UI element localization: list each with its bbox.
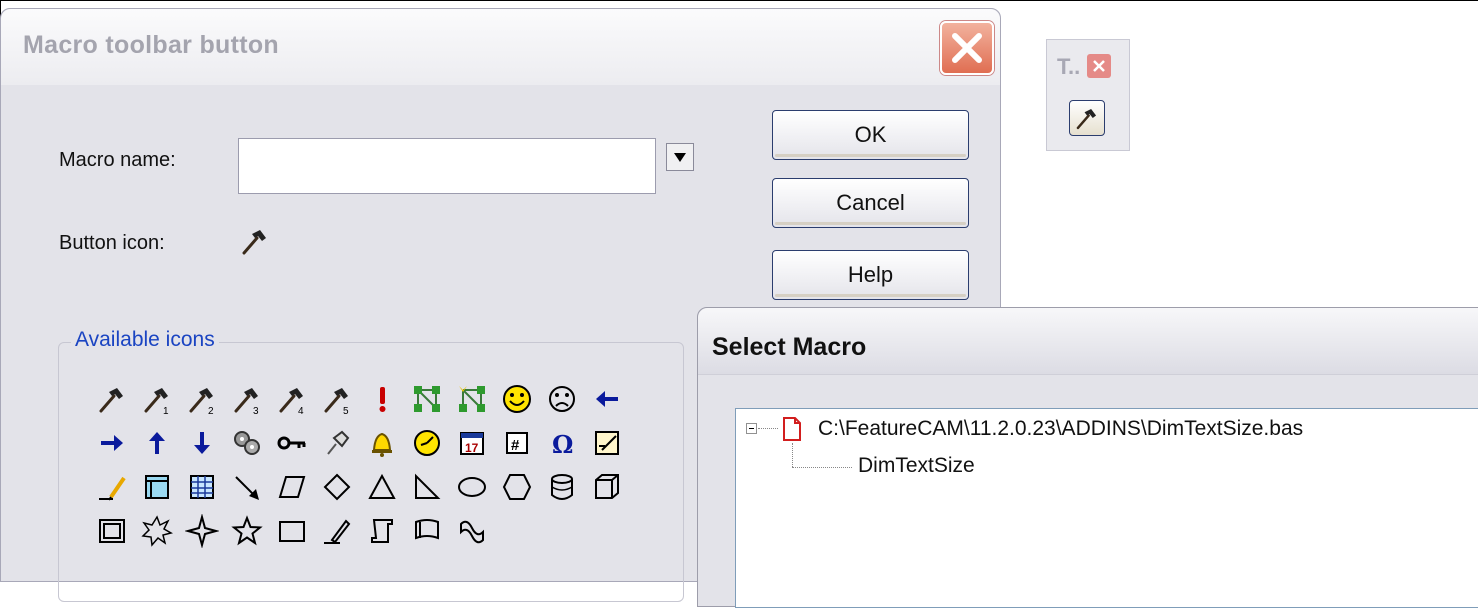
table-icon[interactable]: [185, 470, 219, 504]
arrow-up-icon[interactable]: [140, 426, 174, 460]
tree-connector: [792, 467, 852, 468]
dialog-title: Macro toolbar button: [23, 31, 279, 59]
burst-icon[interactable]: [140, 514, 174, 548]
macro-name-input[interactable]: [238, 138, 656, 194]
network-spark-icon[interactable]: [455, 382, 489, 416]
svg-text:17: 17: [465, 441, 479, 455]
wave-icon[interactable]: [455, 514, 489, 548]
collapse-toggle[interactable]: [746, 423, 757, 434]
pencil-icon[interactable]: [95, 470, 129, 504]
file-icon: [783, 417, 801, 441]
exclamation-icon[interactable]: [365, 382, 399, 416]
ok-button[interactable]: OK: [772, 110, 969, 160]
edit-box-icon[interactable]: [590, 426, 624, 460]
pen-icon[interactable]: [320, 514, 354, 548]
cube-icon[interactable]: [590, 470, 624, 504]
window-icon[interactable]: [140, 470, 174, 504]
dialog-title-bar[interactable]: Macro toolbar button: [1, 9, 1000, 85]
arrow-left-icon[interactable]: [590, 382, 624, 416]
svg-text:1: 1: [163, 406, 169, 416]
help-button[interactable]: Help: [772, 250, 969, 300]
frown-icon[interactable]: [545, 382, 579, 416]
macro-tree: C:\FeatureCAM\11.2.0.23\ADDINS\DimTextSi…: [735, 408, 1478, 608]
omega-icon[interactable]: Ω: [545, 426, 579, 460]
svg-text:5: 5: [343, 406, 349, 416]
cylinder-icon[interactable]: [545, 470, 579, 504]
rectangle-icon[interactable]: [275, 514, 309, 548]
svg-text:4: 4: [298, 406, 304, 416]
selected-hammer-icon: [242, 230, 266, 255]
toolbar-macro-button[interactable]: [1069, 100, 1105, 136]
hash-icon[interactable]: #: [500, 426, 534, 460]
bell-icon[interactable]: [365, 426, 399, 460]
gears-icon[interactable]: [230, 426, 264, 460]
tree-connector: [758, 428, 778, 429]
arrow-right-icon[interactable]: [95, 426, 129, 460]
dropdown-arrow-icon: [674, 153, 686, 162]
cancel-button[interactable]: Cancel: [772, 178, 969, 228]
scroll-icon[interactable]: [365, 514, 399, 548]
frame-icon[interactable]: [95, 514, 129, 548]
select-macro-title: Select Macro: [712, 333, 867, 361]
smiley-icon[interactable]: [500, 382, 534, 416]
svg-text:#: #: [511, 437, 520, 454]
arrow-down-icon[interactable]: [185, 426, 219, 460]
tree-item-file[interactable]: C:\FeatureCAM\11.2.0.23\ADDINS\DimTextSi…: [818, 417, 1303, 441]
triangle-icon[interactable]: [365, 470, 399, 504]
svg-text:2: 2: [208, 406, 214, 416]
ellipse-icon[interactable]: [455, 470, 489, 504]
pushpin-icon[interactable]: [320, 426, 354, 460]
toolbar-window-title: T..: [1057, 54, 1081, 79]
network-icon[interactable]: [410, 382, 444, 416]
hammer-icon[interactable]: [95, 382, 129, 416]
frame-top-border: [0, 0, 1478, 1]
hexagon-icon[interactable]: [500, 470, 534, 504]
right-triangle-icon[interactable]: [410, 470, 444, 504]
star4-icon[interactable]: [185, 514, 219, 548]
toolbar-close-button[interactable]: [1087, 54, 1111, 78]
key-icon[interactable]: [275, 426, 309, 460]
button-icon-label: Button icon:: [59, 232, 165, 254]
select-macro-window: Select Macro C:\FeatureCAM\11.2.0.23\ADD…: [697, 307, 1478, 608]
svg-text:3: 3: [253, 406, 259, 416]
select-macro-title-bar[interactable]: Select Macro: [698, 308, 1478, 375]
hammer-1-icon[interactable]: 1: [140, 382, 174, 416]
hammer-5-icon[interactable]: 5: [320, 382, 354, 416]
available-icons-label: Available icons: [71, 328, 219, 352]
parallelogram-icon[interactable]: [275, 470, 309, 504]
line-arrow-icon[interactable]: [230, 470, 264, 504]
tree-item-macro[interactable]: DimTextSize: [858, 454, 975, 478]
calendar-icon[interactable]: 17: [455, 426, 489, 460]
tree-connector: [792, 443, 793, 467]
diamond-icon[interactable]: [320, 470, 354, 504]
clock-icon[interactable]: [410, 426, 444, 460]
macro-toolbar-window: T..: [1046, 39, 1130, 151]
hammer-3-icon[interactable]: 3: [230, 382, 264, 416]
close-button[interactable]: [940, 21, 994, 75]
flag-icon[interactable]: [410, 514, 444, 548]
hammer-4-icon[interactable]: 4: [275, 382, 309, 416]
macro-name-label: Macro name:: [59, 149, 176, 171]
star5-icon[interactable]: [230, 514, 264, 548]
close-icon: [1093, 60, 1105, 72]
svg-text:Ω: Ω: [552, 430, 573, 459]
close-icon: [952, 33, 982, 63]
hammer-icon: [1076, 108, 1097, 130]
macro-name-dropdown-button[interactable]: [666, 143, 694, 171]
hammer-2-icon[interactable]: 2: [185, 382, 219, 416]
